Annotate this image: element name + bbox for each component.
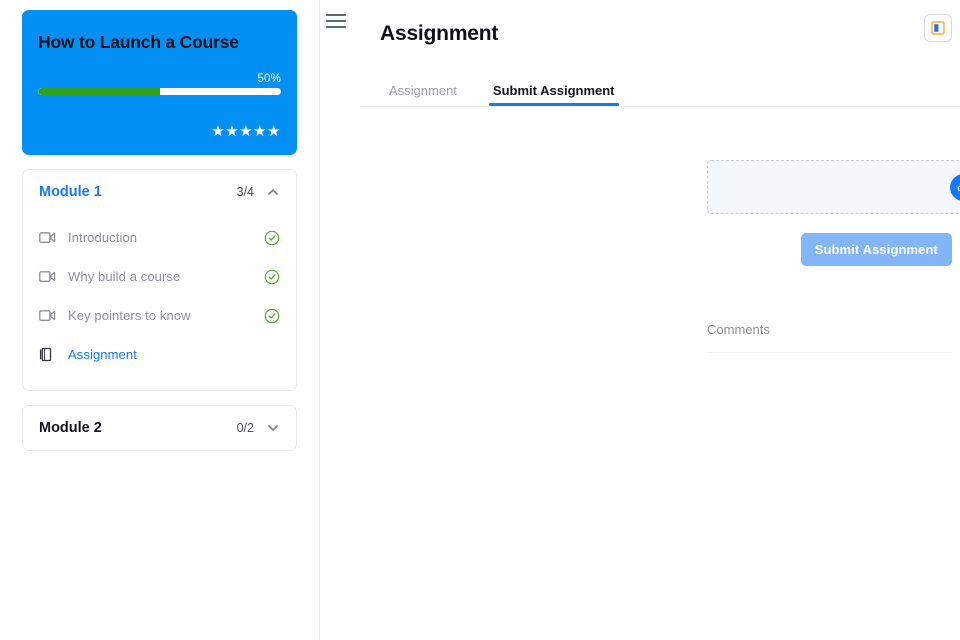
chevron-down-icon[interactable] xyxy=(266,421,280,435)
comments-heading: Comments xyxy=(707,322,770,337)
video-icon xyxy=(39,270,59,283)
course-sidebar: How to Launch a Course 50% ★★★★★ Module … xyxy=(0,0,320,640)
lesson-label: Introduction xyxy=(68,230,138,245)
lesson-label: Why build a course xyxy=(68,269,181,284)
course-title: How to Launch a Course xyxy=(38,32,239,52)
sidebar-toggle-button[interactable] xyxy=(924,14,952,42)
check-circle-icon xyxy=(264,269,280,284)
tab-assignment[interactable]: Assignment xyxy=(385,83,461,106)
list-item[interactable]: Why build a course xyxy=(39,257,280,296)
course-summary-card: How to Launch a Course 50% ★★★★★ xyxy=(22,10,297,155)
module-header-1[interactable]: Module 1 3/4 xyxy=(23,170,296,214)
module-card-2: Module 2 0/2 xyxy=(22,405,297,451)
chevron-up-icon[interactable] xyxy=(266,185,280,199)
list-item[interactable]: Key pointers to know xyxy=(39,296,280,335)
progress-percent-label: 50% xyxy=(257,73,281,85)
page-title: Assignment xyxy=(380,22,499,45)
main-content: Assignment Assignment Submit Assignment … xyxy=(320,0,960,640)
lesson-label: Assignment xyxy=(68,347,137,362)
check-circle-icon xyxy=(264,308,280,323)
check-circle-icon xyxy=(264,230,280,245)
module-title-2: Module 2 xyxy=(39,420,102,436)
book-icon xyxy=(39,347,59,362)
module-title-1: Module 1 xyxy=(39,184,102,200)
module-card-1: Module 1 3/4 Introduction Why build a co… xyxy=(22,169,297,391)
tab-submit-assignment[interactable]: Submit Assignment xyxy=(488,83,619,106)
video-icon xyxy=(39,231,59,244)
tab-bar: Assignment Submit Assignment xyxy=(360,68,960,106)
progress-fill xyxy=(38,88,160,95)
cloud-upload-icon xyxy=(949,173,960,201)
module-count-2: 0/2 xyxy=(236,421,254,435)
module-count-1: 3/4 xyxy=(236,185,254,199)
course-rating-stars: ★★★★★ xyxy=(211,123,281,140)
list-item[interactable]: Introduction xyxy=(39,218,280,257)
hamburger-menu-icon[interactable] xyxy=(326,14,346,32)
comments-divider xyxy=(707,352,952,353)
course-player-app: How to Launch a Course 50% ★★★★★ Module … xyxy=(0,0,960,640)
lesson-label: Key pointers to know xyxy=(68,308,191,323)
tab-divider xyxy=(360,106,960,107)
list-item-assignment[interactable]: Assignment xyxy=(39,335,280,374)
video-icon xyxy=(39,309,59,322)
submit-assignment-button[interactable]: Submit Assignment xyxy=(800,233,952,266)
module-header-2[interactable]: Module 2 0/2 xyxy=(23,406,296,450)
upload-dropzone[interactable]: Upload xyxy=(707,160,960,214)
lesson-list-1: Introduction Why build a course Key poin… xyxy=(23,214,296,390)
sidebar-toggle-icon xyxy=(931,21,945,35)
progress-track xyxy=(38,88,281,95)
course-progress: 50% xyxy=(38,73,281,95)
